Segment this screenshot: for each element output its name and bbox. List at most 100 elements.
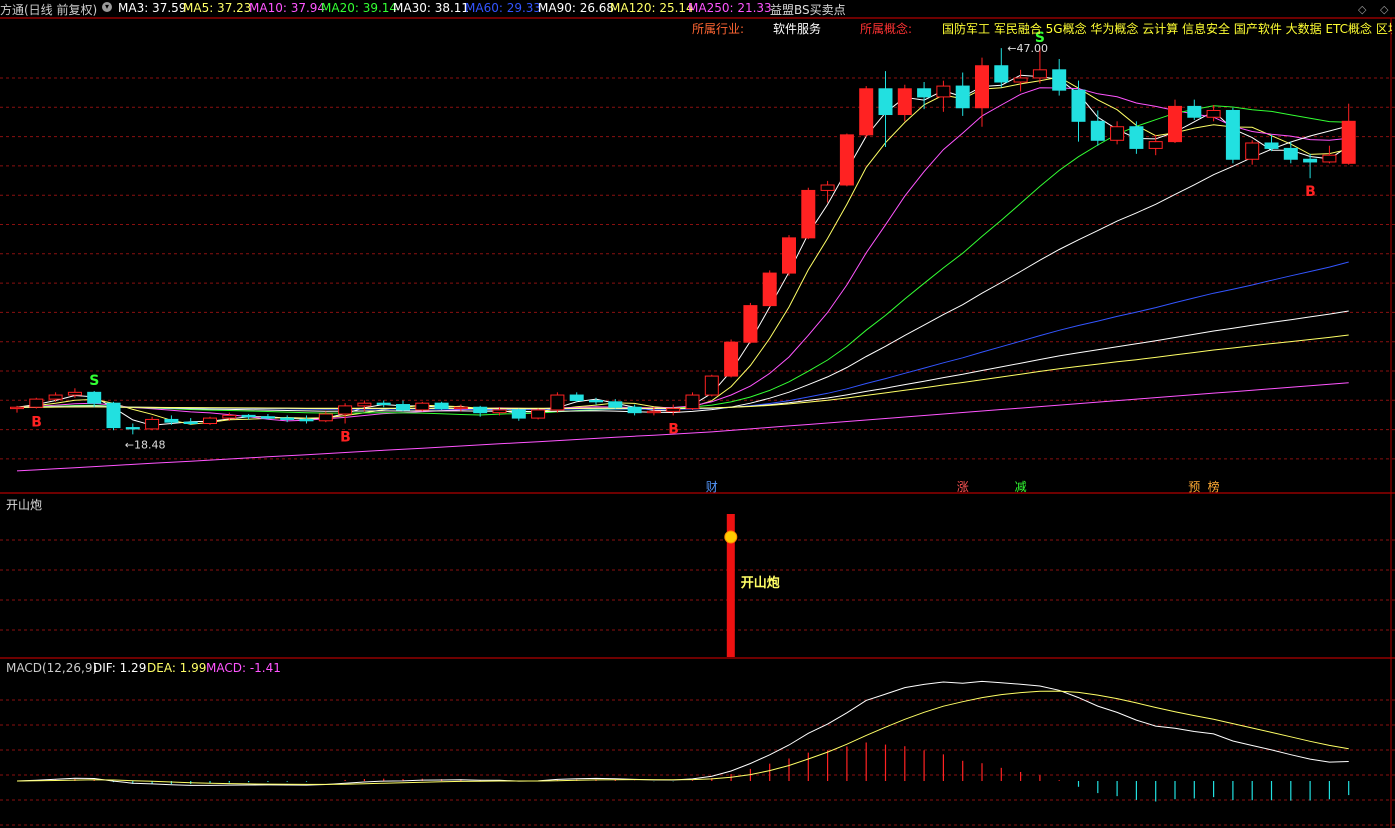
macd-value: MACD: -1.41	[206, 661, 281, 675]
buy-signal: B	[340, 430, 351, 446]
candle-body	[299, 418, 314, 422]
candle-body	[550, 394, 565, 411]
candle-body	[743, 305, 758, 343]
ma-label: MA10: 37.94	[249, 1, 326, 15]
concept-label: 所属概念:	[860, 22, 913, 36]
ma-label: MA120: 25.14	[610, 1, 694, 15]
ma5-line	[16, 76, 1349, 425]
candle-body	[531, 409, 546, 419]
ma-label: MA3: 37.59	[118, 1, 187, 15]
dea-line	[16, 690, 1349, 785]
industry-value: 软件服务	[773, 22, 822, 36]
candle-body	[376, 402, 391, 406]
candle-body	[203, 417, 217, 425]
candle-body	[164, 418, 179, 423]
header-bar: 方通(日线 前复权) ▾ MA3: 37.59 MA5: 37.23 MA10:…	[0, 1, 846, 17]
ma90-line	[17, 310, 1349, 410]
candle-body	[685, 394, 700, 410]
candle-body	[280, 417, 295, 420]
sell-signal: S	[89, 373, 99, 389]
candle-body	[511, 409, 526, 419]
diamond-right-icon[interactable]: ◇	[1380, 3, 1388, 16]
candle-body	[1168, 105, 1182, 143]
candle-body	[87, 391, 102, 404]
candle-body	[145, 418, 160, 430]
ma-label: MA30: 38.11	[393, 1, 470, 15]
candle-body	[453, 406, 468, 410]
candle-body	[1148, 141, 1163, 149]
candle-body	[1303, 158, 1318, 163]
event-marker: 减	[1015, 480, 1027, 494]
ma-label: MA20: 39.14	[321, 1, 398, 15]
candle-body	[936, 85, 951, 98]
ma250-line	[16, 382, 1349, 472]
candle-body	[917, 88, 932, 98]
ma120-line	[17, 334, 1349, 409]
candle-body	[1225, 109, 1240, 160]
buy-signal: B	[31, 415, 42, 431]
indicator-panel-title: 开山炮	[6, 498, 43, 512]
ma-label: MA90: 26.68	[538, 1, 615, 15]
candle-body	[1206, 109, 1221, 118]
candle-body	[1129, 126, 1144, 149]
buy-signal: B	[1305, 184, 1316, 200]
candle-body	[1264, 142, 1279, 149]
candle-body	[1110, 126, 1125, 141]
macd-dif: DIF: 1.29	[93, 661, 147, 675]
candle-body	[994, 65, 1009, 83]
indicator-name: 益盟BS买卖点	[770, 3, 846, 17]
dif-line	[16, 680, 1349, 786]
candle-body	[10, 406, 24, 410]
candle-body	[260, 416, 275, 419]
diamond-left-icon[interactable]: ◇	[1358, 3, 1366, 16]
candle-body	[396, 404, 410, 411]
candle-body	[897, 88, 912, 116]
candle-body	[492, 409, 507, 414]
candle-body	[627, 406, 642, 414]
candle-body	[1283, 147, 1298, 160]
candle-body	[704, 375, 719, 396]
candle-body	[29, 398, 44, 408]
candle-body	[724, 341, 739, 377]
event-marker: 财	[706, 480, 718, 494]
candle-body	[589, 399, 603, 403]
candle-body	[125, 427, 140, 430]
candle-body	[1032, 69, 1047, 79]
ma-label: MA250: 21.33	[688, 1, 772, 15]
candle-body	[608, 401, 623, 408]
stock-chart[interactable]: ←47.00←18.48BSBBSB财涨减预榜开山炮	[0, 0, 1395, 828]
industry-label: 所属行业:	[692, 22, 745, 36]
candle-body	[1341, 120, 1356, 164]
buy-signal: B	[668, 421, 679, 437]
candle-body	[1071, 89, 1086, 122]
candle-body	[318, 413, 333, 422]
candle-body	[48, 394, 63, 400]
candle-body	[801, 189, 816, 239]
ma30-line	[16, 125, 1349, 414]
candle-body	[434, 402, 449, 410]
event-marker: 榜	[1208, 479, 1220, 494]
concept-value: 国防军工 军民融合 5G概念 华为概念 云计算 信息安全 国产软件 大数据 ET…	[942, 22, 1392, 36]
candle-body	[646, 410, 661, 414]
candle-body	[241, 414, 256, 418]
candle-body	[1322, 154, 1337, 163]
candle-body	[878, 88, 893, 116]
candle-body	[1013, 77, 1028, 83]
candle-body	[357, 402, 372, 407]
candle-body	[859, 88, 874, 136]
ma3-line	[16, 74, 1349, 426]
candle-body	[1187, 105, 1202, 118]
stock-title: 方通(日线 前复权)	[0, 3, 98, 17]
candle-body	[782, 237, 796, 274]
candle-body	[1245, 142, 1260, 160]
macd-name: MACD(12,26,9)	[6, 661, 98, 675]
candle-body	[106, 402, 121, 429]
ma60-line	[16, 261, 1349, 410]
candle-body	[1052, 69, 1067, 91]
candle-body	[1090, 120, 1105, 141]
moving-average-lines	[16, 74, 1349, 472]
signal-ball	[724, 530, 738, 544]
candle-body	[762, 272, 777, 307]
event-marker: 预	[1188, 480, 1200, 494]
candle-body	[67, 391, 82, 396]
